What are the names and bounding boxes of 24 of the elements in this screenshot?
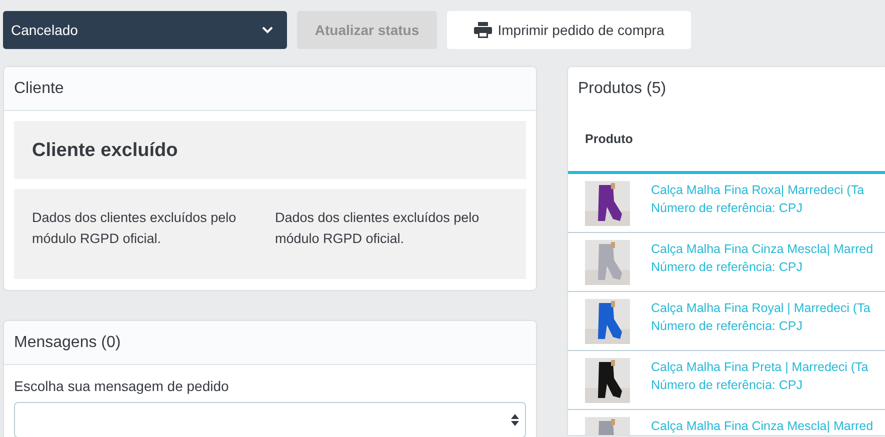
product-link[interactable]: Calça Malha Fina Roxa| Marredeci (Ta	[651, 183, 864, 197]
customer-name: Cliente excluído	[14, 121, 526, 179]
printer-icon	[474, 22, 492, 38]
product-reference: Número de referência: CPJ	[651, 260, 804, 274]
product-link[interactable]: Calça Malha Fina Preta | Marredeci (Ta	[651, 360, 868, 374]
product-link[interactable]: Calça Malha Fina Cinza Mescla| Marred	[651, 419, 874, 433]
message-select[interactable]	[14, 402, 526, 437]
field-label: Escolha sua mensagem de pedido	[14, 377, 230, 396]
customer-details: Dados dos clientes excluídos pelo módulo RGPD oficial.	[275, 209, 480, 248]
panel-title: Cliente	[4, 67, 536, 111]
print-order-button[interactable]: Imprimir pedido de compra	[447, 11, 691, 49]
panel-title: Mensagens (0)	[4, 321, 536, 365]
status-select[interactable]: Cancelado	[3, 11, 287, 49]
product-reference: Número de referência: CPJ	[651, 319, 804, 333]
status-value: Cancelado	[11, 22, 78, 38]
product-link[interactable]: Calça Malha Fina Cinza Mescla| Marred	[651, 242, 874, 256]
panel-title: Produtos (5)	[568, 67, 885, 110]
sort-arrows-icon	[511, 414, 519, 426]
column-header: Produto	[568, 110, 885, 174]
product-reference: Número de referência: CPJ	[651, 201, 804, 215]
customer-details: Dados dos clientes excluídos pelo módulo RGPD oficial.	[32, 209, 238, 248]
chevron-icon	[262, 26, 273, 34]
product-reference: Número de referência: CPJ	[651, 378, 804, 392]
product-link[interactable]: Calça Malha Fina Royal | Marredeci (Ta	[651, 301, 870, 315]
